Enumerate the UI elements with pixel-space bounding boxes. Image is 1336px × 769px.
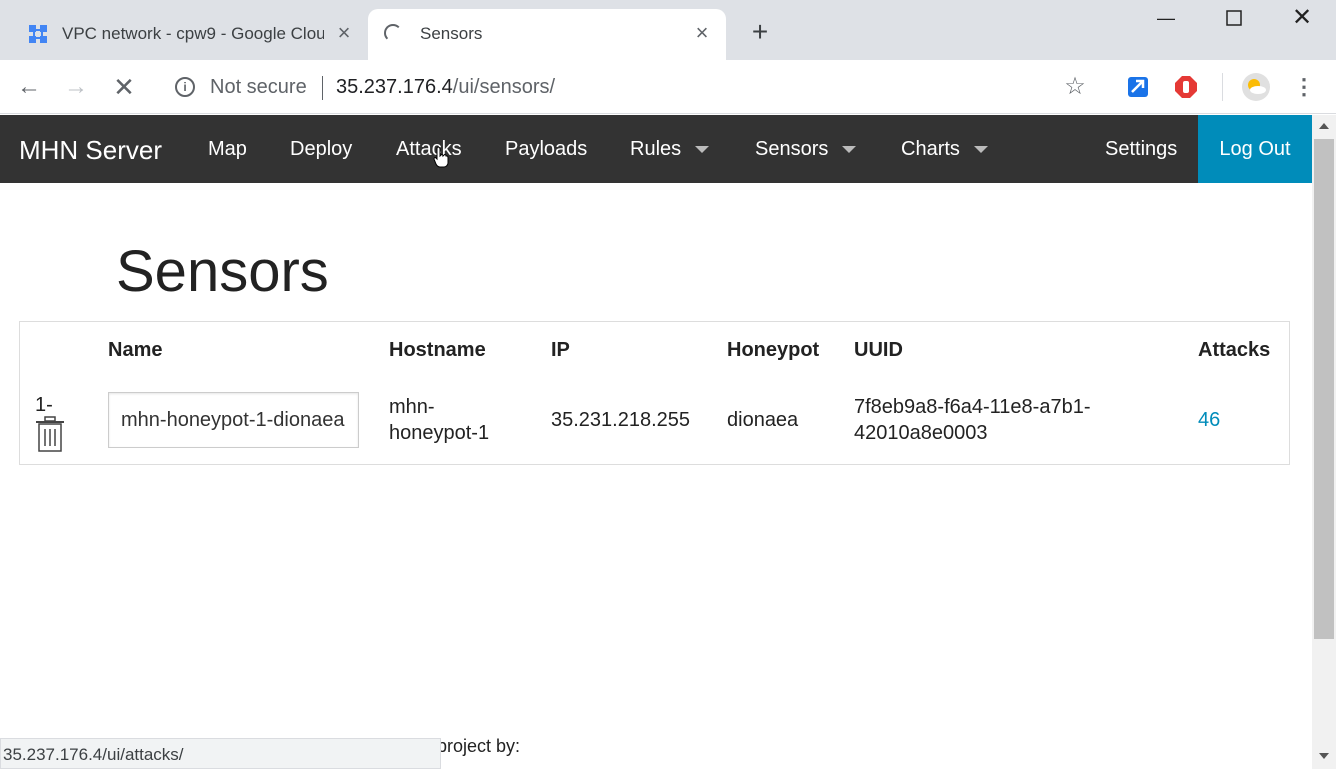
url-path: /ui/sensors/ (452, 76, 556, 98)
chevron-down-icon (695, 146, 710, 154)
minimize-icon[interactable]: — (1154, 6, 1178, 30)
nav-deploy[interactable]: Deploy (290, 138, 352, 161)
nav-attacks[interactable]: Attacks (396, 138, 462, 161)
chevron-down-icon (842, 146, 857, 154)
menu-kebab-icon[interactable]: ⋮ (1291, 74, 1317, 100)
nav-map[interactable]: Map (208, 138, 247, 161)
nav-settings[interactable]: Settings (1105, 138, 1177, 161)
page-scrollbar[interactable] (1312, 115, 1336, 769)
hostname-line-1: mhn- (389, 396, 435, 418)
tab-close-icon[interactable]: × (333, 22, 355, 44)
maximize-icon[interactable] (1222, 6, 1246, 30)
browser-tab-bar: VPC network - cpw9 - Google Cloud Platfo… (0, 0, 1336, 60)
forward-arrow-icon[interactable]: → (63, 74, 89, 100)
nav-rules[interactable]: Rules (630, 138, 710, 161)
uuid-line-1: 7f8eb9a8-f6a4-11e8-a7b1- (854, 396, 1091, 418)
col-header-attacks: Attacks (1198, 339, 1271, 361)
nav-sensors-label: Sensors (755, 138, 829, 160)
hostname-line-2: honeypot-1 (389, 422, 490, 444)
stop-loading-icon[interactable]: ✕ (111, 74, 137, 100)
nav-charts[interactable]: Charts (901, 138, 988, 161)
extension-arrow-icon[interactable] (1126, 75, 1150, 99)
tab-title: VPC network - cpw9 - Google Cloud Platfo… (62, 24, 324, 43)
top-navbar: MHN Server Map Deploy Attacks Payloads R… (0, 115, 1312, 183)
page-title: Sensors (116, 239, 329, 304)
bookmark-star-icon[interactable]: ☆ (1062, 74, 1088, 100)
tab-close-icon[interactable]: × (691, 22, 713, 44)
nav-sensors[interactable]: Sensors (755, 138, 857, 161)
uuid-cell: 7f8eb9a8-f6a4-11e8-a7b1- 42010a8e0003 (854, 394, 1090, 446)
col-header-uuid: UUID (854, 339, 903, 361)
footer-credit-text: project by: (437, 736, 521, 756)
uuid-line-2: 42010a8e0003 (854, 422, 988, 444)
hand-cursor-icon (433, 146, 449, 168)
honeypot-cell: dionaea (727, 409, 799, 431)
browser-toolbar: ← → ✕ i Not secure 35.237.176.4/ui/senso… (0, 60, 1336, 114)
scrollbar-thumb[interactable] (1314, 139, 1334, 639)
profile-avatar-icon[interactable] (1242, 73, 1270, 101)
status-bar-url: 35.237.176.4/ui/attacks/ (0, 738, 441, 769)
logout-button[interactable]: Log Out (1198, 115, 1312, 183)
col-header-honeypot: Honeypot (727, 339, 820, 361)
attacks-count-link[interactable]: 46 (1198, 407, 1220, 433)
trash-icon[interactable] (34, 416, 66, 452)
toolbar-divider (1222, 73, 1223, 101)
chevron-down-icon (973, 146, 988, 154)
url-host: 35.237.176.4 (336, 76, 453, 98)
security-label[interactable]: Not secure (210, 76, 307, 99)
hostname-cell: mhn- honeypot-1 (389, 394, 489, 446)
ip-cell: 35.231.218.255 (551, 409, 691, 431)
col-header-name: Name (108, 339, 163, 361)
scroll-up-arrow-icon[interactable] (1319, 123, 1329, 129)
row-index: 1- (35, 394, 53, 416)
address-separator (322, 76, 323, 100)
back-arrow-icon[interactable]: ← (16, 74, 42, 100)
gcp-icon (29, 25, 47, 43)
nav-payloads[interactable]: Payloads (505, 138, 587, 161)
address-bar[interactable]: 35.237.176.4/ui/sensors/ (336, 76, 555, 99)
browser-tab-vpc-network[interactable]: VPC network - cpw9 - Google Cloud Platfo… (0, 9, 366, 60)
col-header-hostname: Hostname (389, 339, 486, 361)
sensors-table: Name Hostname IP Honeypot UUID Attacks 1… (19, 321, 1290, 465)
info-icon[interactable]: i (175, 77, 195, 97)
brand-logo[interactable]: MHN Server (19, 135, 162, 166)
nav-rules-label: Rules (630, 138, 682, 160)
tab-title: Sensors (420, 24, 483, 43)
new-tab-plus-icon[interactable]: + (748, 18, 772, 46)
col-header-ip: IP (551, 339, 570, 361)
scroll-down-arrow-icon[interactable] (1319, 753, 1329, 759)
loading-spinner-icon (384, 24, 402, 42)
adblock-icon[interactable] (1174, 75, 1198, 99)
browser-tab-sensors[interactable]: Sensors × (368, 9, 726, 60)
sensor-name-input[interactable] (108, 392, 359, 448)
close-window-icon[interactable]: ✕ (1290, 6, 1314, 30)
nav-charts-label: Charts (901, 138, 960, 160)
